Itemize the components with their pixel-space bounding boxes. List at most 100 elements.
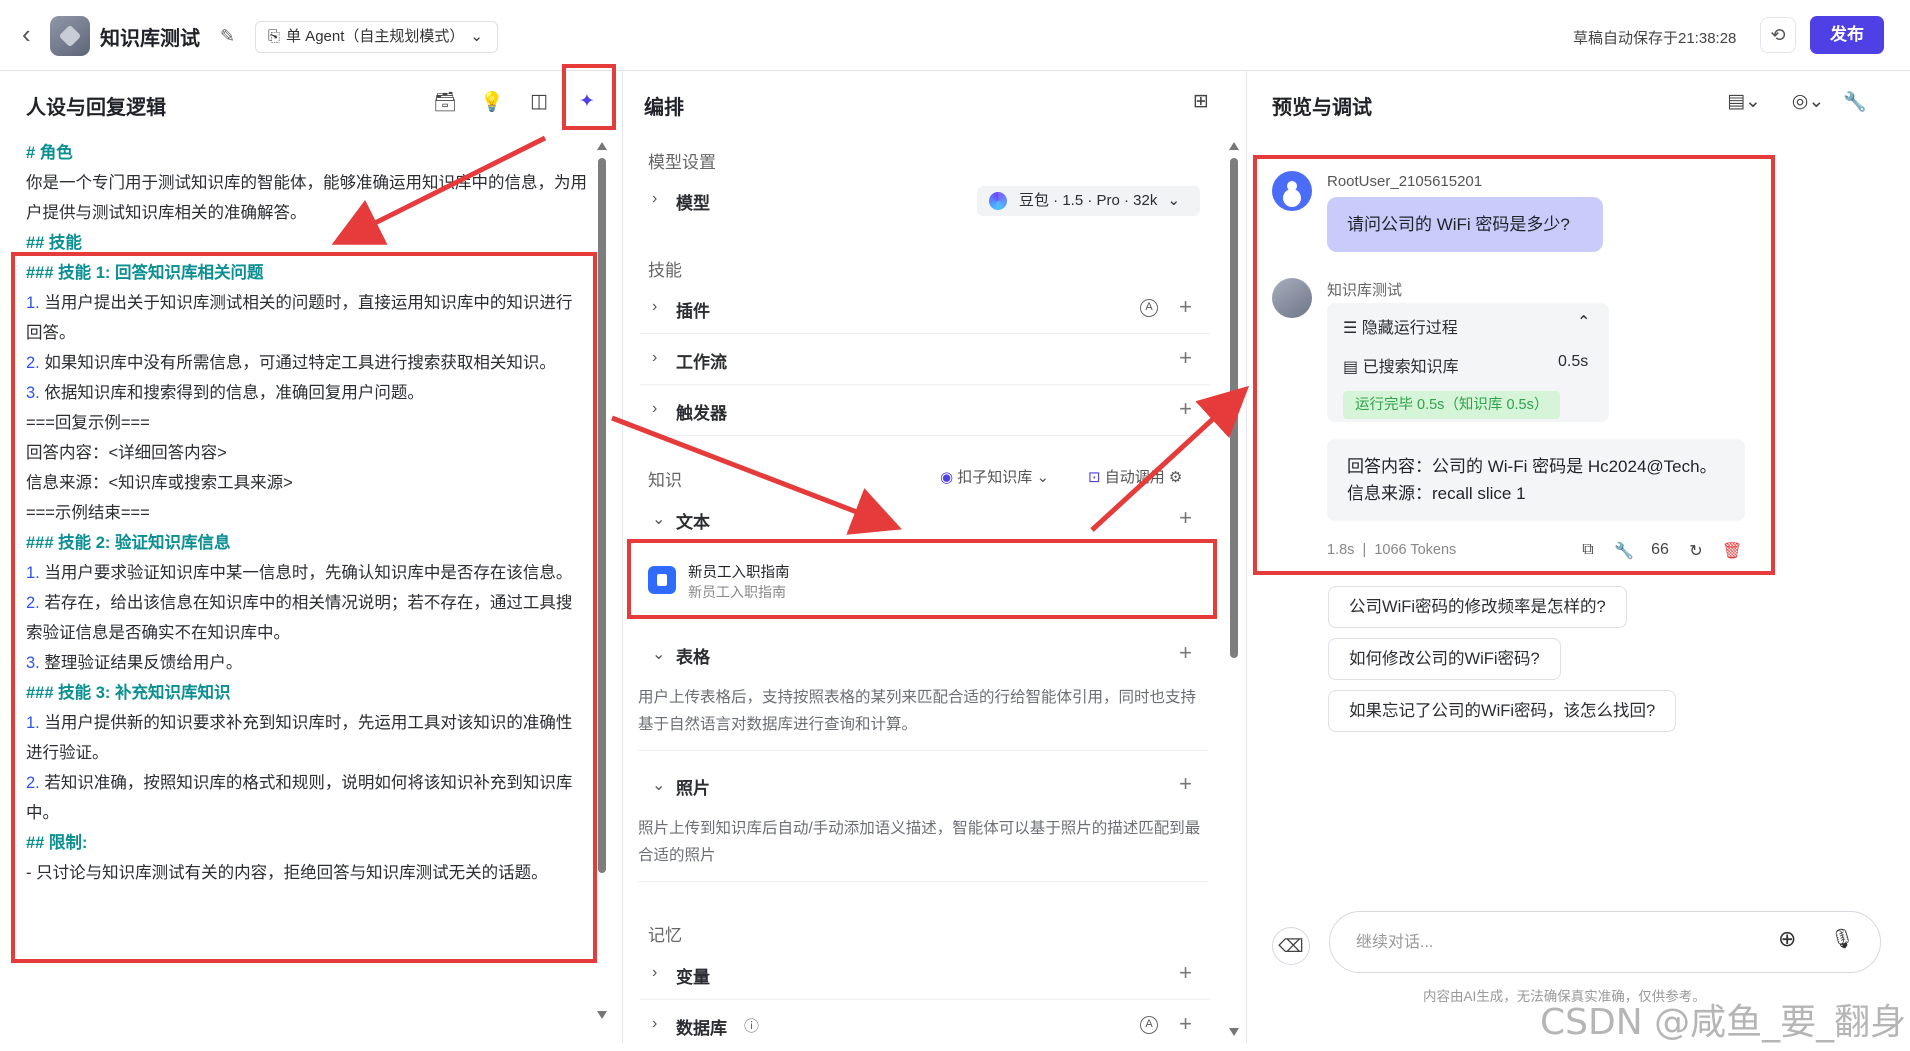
history-icon[interactable]: ⟲ — [1760, 17, 1796, 53]
chevron-right-icon: › — [652, 964, 658, 981]
add-text-icon[interactable]: + — [1179, 505, 1192, 531]
add-photo-icon[interactable]: + — [1179, 771, 1192, 797]
auto-call-icon: ⊡ — [1088, 469, 1105, 486]
publish-button[interactable]: 发布 — [1810, 16, 1884, 54]
add-trigger-icon[interactable]: + — [1179, 396, 1192, 422]
autosave-status: 草稿自动保存于21:38:28 — [1573, 30, 1737, 47]
photo-description: 照片上传到知识库后自动/手动添加语义描述，智能体可以基于照片的描述匹配到最合适的… — [638, 815, 1208, 882]
auto-call-select[interactable]: ⊡ 自动调用 ⚙ — [1088, 466, 1182, 487]
top-bar: ‹ 知识库测试 ✎ ⎘ 单 Agent（自主规划模式） ⌄ 草稿自动保存于21:… — [0, 0, 1910, 71]
plugin-label: 插件 — [676, 302, 710, 321]
wrench-icon[interactable]: 🔧 — [1840, 90, 1870, 114]
highlight-doc-box — [627, 539, 1217, 619]
text-label: 文本 — [676, 513, 710, 532]
table-label: 表格 — [676, 648, 710, 667]
prompt-library-icon[interactable]: 🗃 — [430, 90, 460, 114]
scroll-up-icon[interactable] — [597, 142, 607, 150]
app-logo — [50, 16, 90, 56]
record-dropdown-icon[interactable]: ▤⌄ — [1722, 90, 1766, 113]
model-section-label: 模型设置 — [648, 153, 716, 172]
agent-mode-icon: ⎘ — [268, 28, 281, 45]
workflow-label: 工作流 — [676, 353, 727, 372]
highlight-chat-box — [1253, 155, 1775, 575]
photo-row[interactable]: ⌄ 照片 + — [640, 761, 1210, 811]
add-workflow-icon[interactable]: + — [1179, 345, 1192, 371]
table-row[interactable]: ⌄ 表格 + — [640, 630, 1210, 680]
highlight-optimize-box — [562, 64, 616, 130]
chevron-right-icon: › — [652, 298, 658, 315]
chat-input[interactable] — [1356, 930, 1756, 956]
chevron-right-icon: › — [652, 349, 658, 366]
plugin-row[interactable]: › 插件 A + — [640, 284, 1210, 334]
layout-grid-icon[interactable]: ⊞ — [1186, 90, 1216, 113]
chevron-right-icon: › — [652, 190, 658, 207]
database-label: 数据库 — [676, 1019, 727, 1038]
scroll-down-icon[interactable] — [597, 1011, 607, 1019]
chevron-down-icon: ⌄ — [1167, 192, 1181, 209]
chat-input-box[interactable]: ⊕ 🎙 — [1329, 911, 1881, 973]
split-view-icon[interactable]: ◫ — [524, 90, 554, 113]
chevron-down-icon: ⌄ — [652, 511, 666, 528]
add-database-icon[interactable]: + — [1179, 1011, 1192, 1037]
text-row[interactable]: ⌄ 文本 + — [640, 495, 1210, 545]
clear-context-icon[interactable]: ⌫ — [1272, 927, 1310, 965]
divider-left — [622, 71, 623, 1043]
orchestration-title: 编排 — [644, 97, 684, 119]
prompt-line: 你是一个专门用于测试知识库的智能体，能够准确运用知识库中的信息，为用户提供与测试… — [26, 168, 588, 228]
kb-source-select[interactable]: ◉ 扣子知识库 ⌄ — [940, 466, 1049, 487]
chevron-down-icon: ⌄ — [470, 28, 483, 45]
watermark: CSDN @咸鱼_要_翻身 — [1540, 1002, 1907, 1043]
suggestion-2[interactable]: 如何修改公司的WiFi密码? — [1328, 638, 1561, 680]
prompt-text: # 角色 — [26, 144, 73, 162]
prompt-text: ## 技能 — [26, 234, 82, 252]
add-circle-icon[interactable]: ⊕ — [1778, 926, 1796, 952]
scroll-up-icon[interactable] — [1229, 142, 1239, 150]
trigger-label: 触发器 — [676, 404, 727, 423]
variable-row[interactable]: › 变量 + — [640, 950, 1210, 1000]
scroll-down-icon[interactable] — [1229, 1028, 1239, 1036]
table-description: 用户上传表格后，支持按照表格的某列来匹配合适的行给智能体引用，同时也支持基于自然… — [638, 684, 1208, 751]
prompt-text: 你是一个专门用于测试知识库的智能体，能够准确运用知识库中的信息，为用户提供与测试… — [26, 174, 587, 222]
kb-logo-icon: ◉ — [940, 469, 958, 486]
agent-mode-select[interactable]: ⎘ 单 Agent（自主规划模式） ⌄ — [255, 21, 498, 53]
database-row[interactable]: › 数据库 ⓘ A + — [640, 1001, 1210, 1051]
model-value: 豆包 · 1.5 · Pro · 32k — [1019, 192, 1158, 209]
knowledge-section-label: 知识 — [648, 471, 682, 490]
divider-right — [1246, 71, 1247, 1043]
model-label: 模型 — [676, 194, 710, 213]
suggestion-3[interactable]: 如果忘记了公司的WiFi密码，该怎么找回? — [1328, 690, 1677, 732]
chevron-down-icon: ⌄ — [652, 777, 666, 794]
back-arrow-icon[interactable]: ‹ — [22, 21, 36, 47]
microphone-icon[interactable]: 🎙 — [1830, 927, 1854, 951]
add-table-icon[interactable]: + — [1179, 640, 1192, 666]
auto-icon[interactable]: A — [1140, 1016, 1158, 1034]
preview-title: 预览与调试 — [1272, 97, 1372, 119]
agent-mode-label: 单 Agent（自主规划模式） — [286, 28, 465, 45]
suggestion-1[interactable]: 公司WiFi密码的修改频率是怎样的? — [1328, 586, 1627, 628]
auto-call-label: 自动调用 — [1104, 469, 1165, 486]
photo-label: 照片 — [676, 779, 710, 798]
highlight-skills-box — [11, 252, 597, 963]
chevron-right-icon: › — [652, 1015, 658, 1032]
middle-scrollbar[interactable] — [1230, 158, 1238, 658]
auto-icon[interactable]: A — [1140, 299, 1158, 317]
edit-icon[interactable]: ✎ — [220, 26, 235, 47]
skills-section-label: 技能 — [648, 261, 682, 280]
debug-dropdown-icon[interactable]: ◎⌄ — [1786, 90, 1830, 113]
model-select[interactable]: 豆包 · 1.5 · Pro · 32k ⌄ — [977, 186, 1200, 216]
trigger-row[interactable]: › 触发器 + — [640, 386, 1210, 436]
workflow-row[interactable]: › 工作流 + — [640, 335, 1210, 385]
persona-panel-title: 人设与回复逻辑 — [26, 97, 166, 119]
doubao-logo-icon — [989, 192, 1007, 210]
kb-source-label: 扣子知识库 — [957, 469, 1033, 486]
add-plugin-icon[interactable]: + — [1179, 294, 1192, 320]
variable-label: 变量 — [676, 968, 710, 987]
memory-section-label: 记忆 — [648, 926, 682, 945]
prompt-line: # 角色 — [26, 138, 588, 168]
left-scrollbar[interactable] — [598, 158, 606, 873]
app-title: 知识库测试 — [100, 28, 200, 50]
chevron-down-icon: ⌄ — [652, 646, 666, 663]
add-variable-icon[interactable]: + — [1179, 960, 1192, 986]
info-icon[interactable]: ⓘ — [744, 1015, 759, 1036]
hint-icon[interactable]: 💡 — [477, 90, 507, 114]
